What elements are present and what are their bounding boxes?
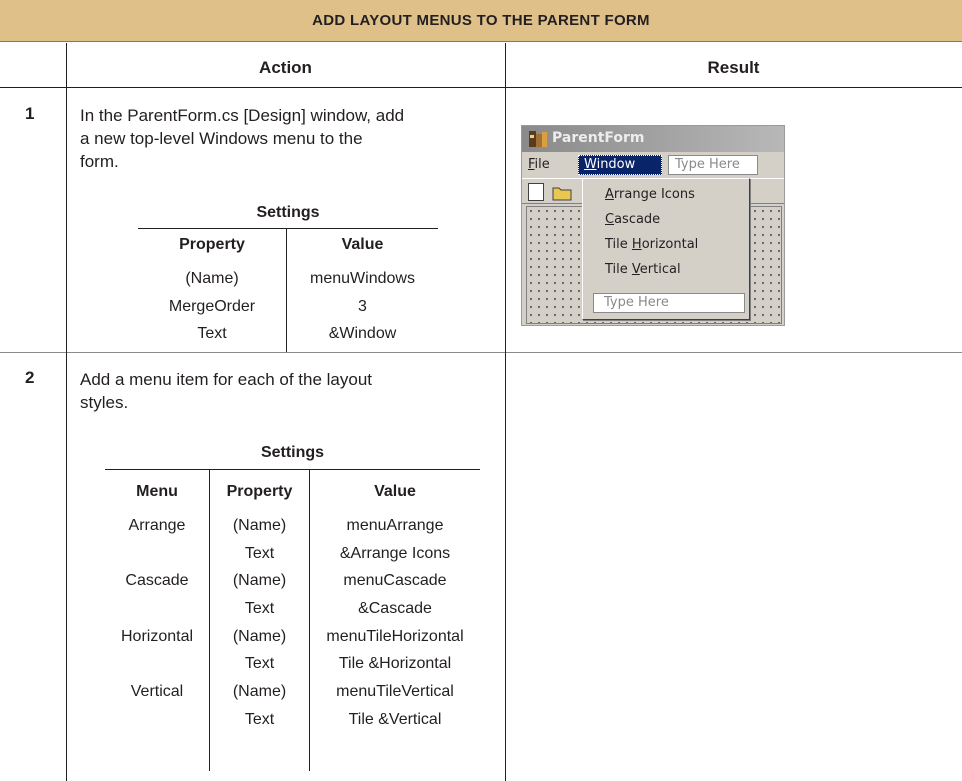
- menu-item-tile-vertical[interactable]: Tile Vertical: [605, 262, 681, 277]
- step-description: Add a menu item for each of the layout s…: [80, 368, 372, 414]
- menu-item-cascade[interactable]: Cascade: [605, 212, 660, 227]
- step-description: In the ParentForm.cs [Design] window, ad…: [80, 104, 404, 173]
- settings-cell: Tile &Horizontal: [338, 655, 452, 672]
- settings-cell: Text: [244, 600, 275, 617]
- window-title-bar: ParentForm: [522, 126, 784, 152]
- settings-cell: 3: [358, 298, 367, 315]
- settings-title: Settings: [256, 204, 320, 221]
- step-description-line: a new top-level Windows menu to the: [80, 129, 363, 148]
- dropdown-type-here[interactable]: Type Here: [593, 293, 745, 313]
- settings-cell: Text: [244, 711, 275, 728]
- settings-cell: Cascade: [125, 572, 189, 589]
- menu-type-here[interactable]: Type Here: [668, 155, 758, 175]
- settings-cell: (Name): [185, 270, 239, 287]
- settings-cell: Text: [244, 545, 275, 562]
- open-folder-icon[interactable]: [552, 184, 574, 202]
- settings-cell: menuTileVertical: [336, 683, 454, 700]
- settings-rule: [138, 228, 438, 229]
- step-number: 2: [25, 368, 35, 387]
- step-description-line: styles.: [80, 393, 129, 412]
- column-header: Value: [374, 483, 416, 500]
- column-header: Property: [179, 236, 245, 253]
- menu-item-tile-horizontal[interactable]: Tile Horizontal: [605, 237, 698, 252]
- settings-cell: &Arrange Icons: [339, 545, 451, 562]
- settings-cell: Text: [197, 325, 227, 342]
- window-dropdown-menu: Arrange Icons Cascade Tile Horizontal Ti…: [582, 178, 750, 320]
- settings-cell: (Name): [232, 517, 287, 534]
- banner-title: ADD LAYOUT MENUS TO THE PARENT FORM: [312, 12, 650, 29]
- settings-cell: (Name): [232, 683, 287, 700]
- step1-rule: [0, 352, 962, 353]
- settings-cell: Arrange: [128, 517, 186, 534]
- menu-file[interactable]: File: [528, 157, 550, 172]
- new-file-icon[interactable]: [528, 183, 544, 201]
- menu-bar: File Window Type Here: [522, 152, 784, 178]
- settings-cell: Text: [244, 655, 275, 672]
- settings-cell: &Window: [328, 325, 397, 342]
- column-header: Menu: [136, 483, 178, 500]
- column-header: Value: [341, 236, 384, 253]
- settings-cell: (Name): [232, 628, 287, 645]
- app-icon: [529, 131, 547, 147]
- settings-cell: menuArrange: [346, 517, 444, 534]
- settings-rule: [105, 469, 480, 470]
- parentform-screenshot: ParentForm File Window Type Here Arrange…: [521, 125, 785, 326]
- result-header: Result: [707, 58, 760, 77]
- section-banner: ADD LAYOUT MENUS TO THE PARENT FORM: [0, 0, 962, 42]
- settings-title: Settings: [260, 444, 325, 461]
- settings-cell: MergeOrder: [168, 298, 256, 315]
- col-divider-right: [505, 43, 506, 781]
- window-title: ParentForm: [552, 130, 645, 146]
- settings-cell: menuTileHorizontal: [326, 628, 464, 645]
- column-header: Property: [226, 483, 293, 500]
- settings-cell: Vertical: [130, 683, 184, 700]
- settings-cell: menuCascade: [343, 572, 447, 589]
- settings-cell: menuWindows: [310, 270, 415, 287]
- menu-window[interactable]: Window: [578, 155, 662, 175]
- settings-cell: &Cascade: [358, 600, 432, 617]
- step-description-line: form.: [80, 152, 119, 171]
- settings-cell: Tile &Vertical: [348, 711, 442, 728]
- step-description-line: Add a menu item for each of the layout: [80, 370, 373, 389]
- action-header: Action: [259, 58, 312, 77]
- menu-item-arrange-icons[interactable]: Arrange Icons: [605, 187, 695, 202]
- step-number: 1: [25, 104, 35, 123]
- step-description-line: In the ParentForm.cs [Design] window, ad…: [80, 106, 405, 125]
- settings-cell: Horizontal: [120, 628, 194, 645]
- settings-cell: (Name): [232, 572, 287, 589]
- col-divider-left: [66, 43, 67, 781]
- header-rule: [0, 87, 962, 88]
